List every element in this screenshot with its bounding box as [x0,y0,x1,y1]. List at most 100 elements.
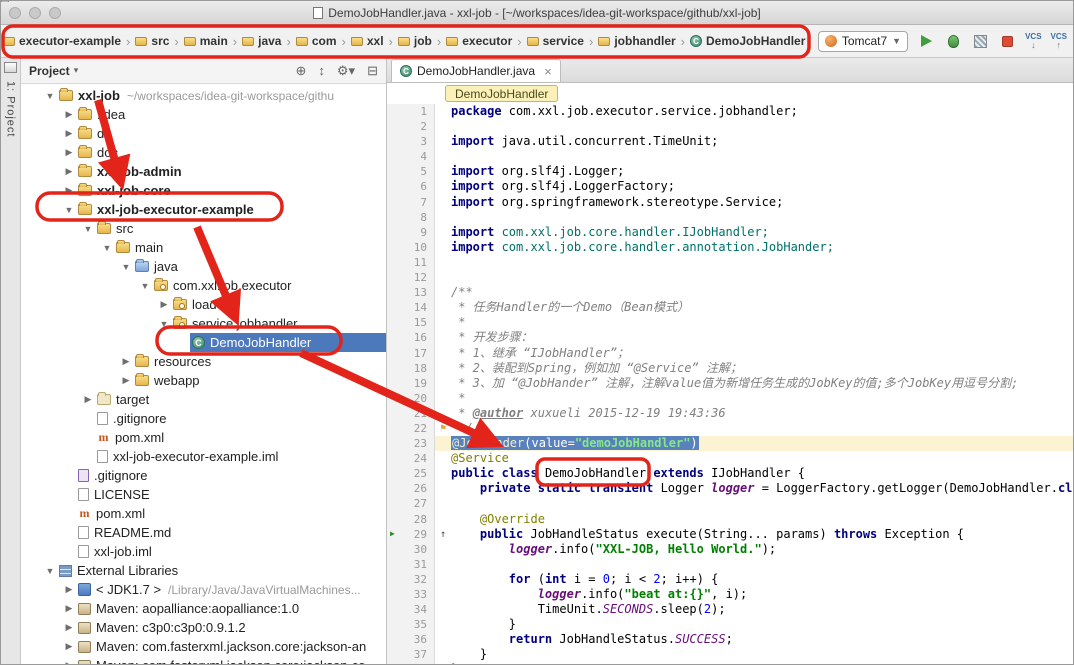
tree-item-resources[interactable]: ▶resources [21,352,386,371]
code-line-29[interactable]: ▶29↑ public JobHandleStatus execute(Stri… [387,527,1073,542]
code-line-20[interactable]: 20 * [387,391,1073,406]
code-line-1[interactable]: 1package com.xxl.job.executor.service.jo… [387,104,1073,119]
tree-item-license[interactable]: LICENSE [21,485,386,504]
code-line-24[interactable]: 24@Service [387,451,1073,466]
expanded-arrow-icon[interactable]: ▼ [62,205,76,215]
tree-item-service-jobhandler[interactable]: ▼service.jobhandler [21,314,386,333]
tree-item-maven-c3p0-c3p0-0-9-1-2[interactable]: ▶Maven: c3p0:c3p0:0.9.1.2 [21,618,386,637]
stop-button[interactable] [998,32,1016,50]
tree-item-xxl-job-executor-example-iml[interactable]: xxl-job-executor-example.iml [21,447,386,466]
collapsed-arrow-icon[interactable]: ▶ [62,185,76,196]
run-button[interactable] [917,32,935,50]
tree-item-xxl-job-iml[interactable]: xxl-job.iml [21,542,386,561]
code-line-2[interactable]: 2 [387,119,1073,134]
code-line-31[interactable]: 31 [387,557,1073,572]
close-tab-icon[interactable]: × [544,64,552,79]
expanded-arrow-icon[interactable]: ▼ [157,319,171,329]
tree-item-doc[interactable]: ▶doc [21,143,386,162]
breadcrumb-item-xxl[interactable]: xxl [349,34,386,48]
vcs-commit-button[interactable]: VCS↑ [1051,33,1067,49]
tree-item-idea[interactable]: ▶.idea [21,105,386,124]
breadcrumb-item-jobhandler[interactable]: jobhandler [596,34,677,48]
expanded-arrow-icon[interactable]: ▼ [43,91,57,101]
collapsed-arrow-icon[interactable]: ▶ [62,622,76,633]
collapsed-arrow-icon[interactable]: ▶ [62,147,76,158]
tree-item-jdk1-7[interactable]: ▶< JDK1.7 >/Library/Java/JavaVirtualMach… [21,580,386,599]
collapsed-arrow-icon[interactable]: ▶ [119,375,133,386]
tree-item-readme-md[interactable]: README.md [21,523,386,542]
expanded-arrow-icon[interactable]: ▼ [119,262,133,272]
tab-demojobhandler[interactable]: C DemoJobHandler.java × [391,59,561,82]
editor-breadcrumb-chip[interactable]: DemoJobHandler [445,85,558,102]
code-line-14[interactable]: 14 * 任务Handler的一个Demo（Bean模式） [387,300,1073,315]
breadcrumb-item-demojobhandler[interactable]: CDemoJobHandler [688,34,807,48]
collapsed-arrow-icon[interactable]: ▶ [81,394,95,405]
collapsed-arrow-icon[interactable]: ▶ [62,109,76,120]
tree-item-pom-xml[interactable]: mpom.xml [21,504,386,523]
code-line-37[interactable]: 37 } [387,647,1073,662]
collapsed-arrow-icon[interactable]: ▶ [157,299,171,310]
code-line-10[interactable]: 10import com.xxl.job.core.handler.annota… [387,240,1073,255]
code-line-17[interactable]: 17 * 1、继承 “IJobHandler”； [387,346,1073,361]
expanded-arrow-icon[interactable]: ▼ [100,243,114,253]
code-line-9[interactable]: 9import com.xxl.job.core.handler.IJobHan… [387,225,1073,240]
tree-item-xxl-job-executor-example[interactable]: ▼xxl-job-executor-example [21,200,386,219]
code-line-32[interactable]: 32 for (int i = 0; i < 2; i++) { [387,572,1073,587]
tree-item-maven-com-fasterxml-jackson-core-jackson-co[interactable]: ▶Maven: com.fasterxml.jackson.core:jacks… [21,656,386,665]
collapsed-arrow-icon[interactable]: ▶ [62,166,76,177]
locate-file-icon[interactable]: ⊕ [296,63,307,79]
code-line-4[interactable]: 4 [387,149,1073,164]
code-line-22[interactable]: 22⚑ */ [387,421,1073,436]
tree-item-gitignore[interactable]: .gitignore [21,409,386,428]
code-line-19[interactable]: 19 * 3、加 “@JobHander” 注解，注解value值为新增任务生成… [387,376,1073,391]
expanded-arrow-icon[interactable]: ▼ [138,281,152,291]
collapsed-arrow-icon[interactable]: ▶ [62,603,76,614]
debug-button[interactable] [944,32,962,50]
tree-item-maven-aopalliance-aopalliance-1-0[interactable]: ▶Maven: aopalliance:aopalliance:1.0 [21,599,386,618]
code-line-16[interactable]: 16 * 开发步骤： [387,330,1073,345]
run-configuration-select[interactable]: Tomcat7 ▼ [818,31,908,52]
tree-item-xxl-job-core[interactable]: ▶xxl-job-core [21,181,386,200]
breadcrumb-item-executor[interactable]: executor [444,34,514,48]
breadcrumb-item-com[interactable]: com [294,34,339,48]
collapsed-arrow-icon[interactable]: ▶ [62,660,76,665]
tree-item-xxl-job-admin[interactable]: ▶xxl-job-admin [21,162,386,181]
code-line-28[interactable]: 28 @Override [387,512,1073,527]
tree-item-gitignore[interactable]: .gitignore [21,466,386,485]
scroll-from-source-icon[interactable]: ↕ [318,63,325,78]
breadcrumb-item-service[interactable]: service [525,34,586,48]
breadcrumb-item-executor-example[interactable]: executor-example [1,34,123,48]
code-line-33[interactable]: 33 logger.info("beat at:{}", i); [387,587,1073,602]
tree-item-webapp[interactable]: ▶webapp [21,371,386,390]
settings-gear-icon[interactable]: ⚙▾ [337,63,355,79]
tree-item-main[interactable]: ▼main [21,238,386,257]
code-line-25[interactable]: 25public class DemoJobHandler extends IJ… [387,466,1073,481]
coverage-button[interactable] [971,32,989,50]
breadcrumb-item-job[interactable]: job [396,34,434,48]
breadcrumb-item-main[interactable]: main [182,34,230,48]
code-line-34[interactable]: 34 TimeUnit.SECONDS.sleep(2); [387,602,1073,617]
tree-item-maven-com-fasterxml-jackson-core-jackson-an[interactable]: ▶Maven: com.fasterxml.jackson.core:jacks… [21,637,386,656]
code-line-23[interactable]: 23@JobHander(value="demoJobHandler") [387,436,1073,451]
run-method-icon[interactable]: ▶ [390,529,395,539]
code-line-12[interactable]: 12 [387,270,1073,285]
collapsed-arrow-icon[interactable]: ▶ [119,356,133,367]
tree-item-xxl-job[interactable]: ▼xxl-job~/workspaces/idea-git-workspace/… [21,86,386,105]
tree-item-src[interactable]: ▼src [21,219,386,238]
tree-item-target[interactable]: ▶target [21,390,386,409]
expanded-arrow-icon[interactable]: ▼ [81,224,95,234]
code-line-5[interactable]: 5import org.slf4j.Logger; [387,164,1073,179]
tree-item-com-xxl-job-executor[interactable]: ▼com.xxl.job.executor [21,276,386,295]
code-line-13[interactable]: 13/** [387,285,1073,300]
expanded-arrow-icon[interactable]: ▼ [43,566,57,576]
code-line-35[interactable]: 35 } [387,617,1073,632]
toolwindow-icon[interactable] [4,62,17,73]
code-line-27[interactable]: 27 [387,496,1073,511]
vcs-update-button[interactable]: VCS↓ [1025,33,1041,49]
code-line-7[interactable]: 7import org.springframework.stereotype.S… [387,195,1073,210]
code-line-26[interactable]: 26 private static transient Logger logge… [387,481,1073,496]
collapsed-arrow-icon[interactable]: ▶ [62,584,76,595]
code-line-11[interactable]: 11 [387,255,1073,270]
breadcrumb-item-java[interactable]: java [240,34,283,48]
code-line-15[interactable]: 15 * [387,315,1073,330]
